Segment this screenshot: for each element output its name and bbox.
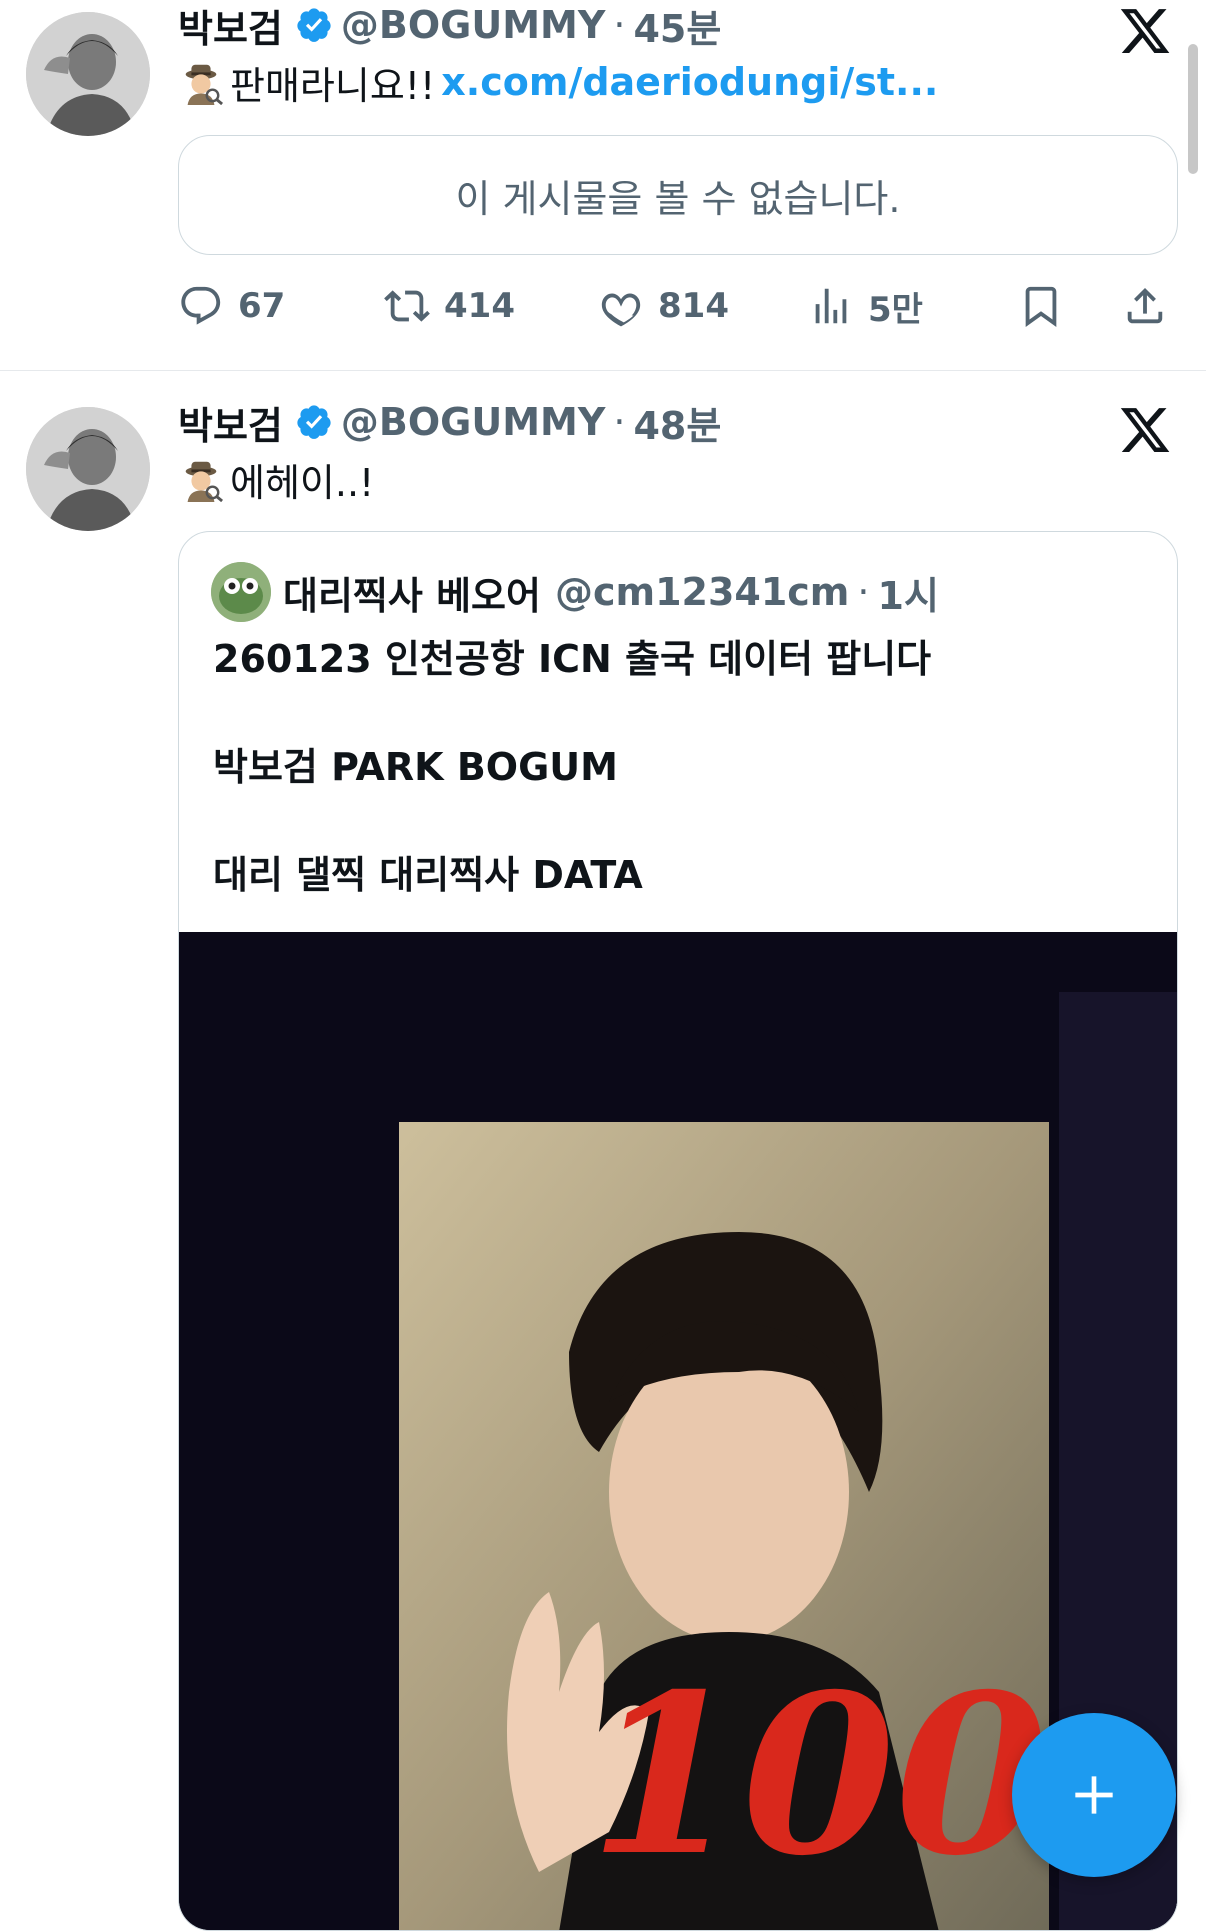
quoted-author-name: 대리찍사 베오어 <box>283 573 541 618</box>
reply-count: 67 <box>238 286 286 326</box>
author-handle[interactable]: @BOGUMMY <box>341 3 605 47</box>
quoted-text-line-1: 260123 인천공항 ICN 출국 데이터 팝니다 <box>213 637 932 681</box>
like-count: 814 <box>658 286 729 326</box>
reply-button[interactable]: 67 <box>178 278 285 334</box>
views-button[interactable]: 5만 <box>808 278 923 334</box>
tweet-time[interactable]: 48분 <box>633 395 721 450</box>
tweet-link[interactable]: x.com/daeriodungi/st... <box>441 60 938 104</box>
verified-badge-icon <box>297 405 331 439</box>
tweet-header: 박보검 @BOGUMMY · 48분 <box>178 395 721 450</box>
quoted-text-line-3: 대리 댈찍 대리찍사 DATA <box>213 853 643 897</box>
retweet-button[interactable]: 414 <box>384 278 515 334</box>
tweet-time[interactable]: 45분 <box>633 0 721 53</box>
quoted-tweet-time: 1시 <box>877 573 939 618</box>
heart-icon <box>601 293 641 327</box>
svg-text:100: 100 <box>589 1645 1048 1904</box>
plus-icon <box>1075 1776 1113 1814</box>
share-button[interactable] <box>1122 278 1182 334</box>
separator-dot: · <box>613 3 626 47</box>
unavailable-post-card: 이 게시물을 볼 수 없습니다. <box>178 135 1178 255</box>
tweet-text: 에헤이..! <box>178 451 374 507</box>
unavailable-post-text: 이 게시물을 볼 수 없습니다. <box>455 176 901 221</box>
scrollbar[interactable] <box>1188 44 1198 174</box>
tweet-text: 판매라니요!! x.com/daeriodungi/st... <box>178 54 938 110</box>
bookmark-button[interactable] <box>1018 278 1078 334</box>
verified-badge-icon <box>297 8 331 42</box>
author-name[interactable]: 박보검 <box>178 395 283 450</box>
tweet-text-content: 판매라니요!! <box>230 63 436 108</box>
x-logo-icon[interactable] <box>1118 403 1172 457</box>
tweet-header: 박보검 @BOGUMMY · 45분 <box>178 0 721 53</box>
views-icon <box>815 288 847 324</box>
quoted-text-line-2: 박보검 PARK BOGUM <box>213 745 618 789</box>
reply-icon <box>181 286 221 325</box>
tweet-2[interactable]: 박보검 @BOGUMMY · 48분 에헤이..! 대리찍사 베오어 @cm12… <box>0 371 1206 1931</box>
author-handle[interactable]: @BOGUMMY <box>341 400 605 444</box>
separator-dot: · <box>613 400 626 444</box>
quoted-tweet-card[interactable]: 대리찍사 베오어 @cm12341cm · 1시 260123 인천공항 ICN… <box>178 531 1178 1931</box>
tweet-actions: 67 414 814 5만 <box>178 278 1188 334</box>
quoted-author-avatar[interactable] <box>211 562 271 622</box>
detective-emoji-icon <box>185 461 224 502</box>
quoted-tweet-header: 대리찍사 베오어 @cm12341cm · 1시 <box>211 562 939 622</box>
share-icon <box>1127 287 1163 324</box>
separator-dot: · <box>857 570 870 614</box>
compose-post-button[interactable] <box>1012 1713 1176 1877</box>
views-count: 5만 <box>868 289 923 330</box>
x-logo-icon[interactable] <box>1118 4 1172 58</box>
bookmark-icon <box>1025 286 1057 327</box>
detective-emoji-icon <box>185 64 224 105</box>
retweet-count: 414 <box>444 286 515 326</box>
tweet-1[interactable]: 박보검 @BOGUMMY · 45분 판매라니요!! x.com/daeriod… <box>0 0 1206 371</box>
like-button[interactable]: 814 <box>598 278 729 334</box>
author-name[interactable]: 박보검 <box>178 0 283 53</box>
author-avatar[interactable] <box>26 12 150 136</box>
tweet-text-content: 에헤이..! <box>230 460 375 505</box>
retweet-icon <box>384 290 430 322</box>
quoted-author-handle: @cm12341cm <box>554 570 850 614</box>
author-avatar[interactable] <box>26 407 150 531</box>
